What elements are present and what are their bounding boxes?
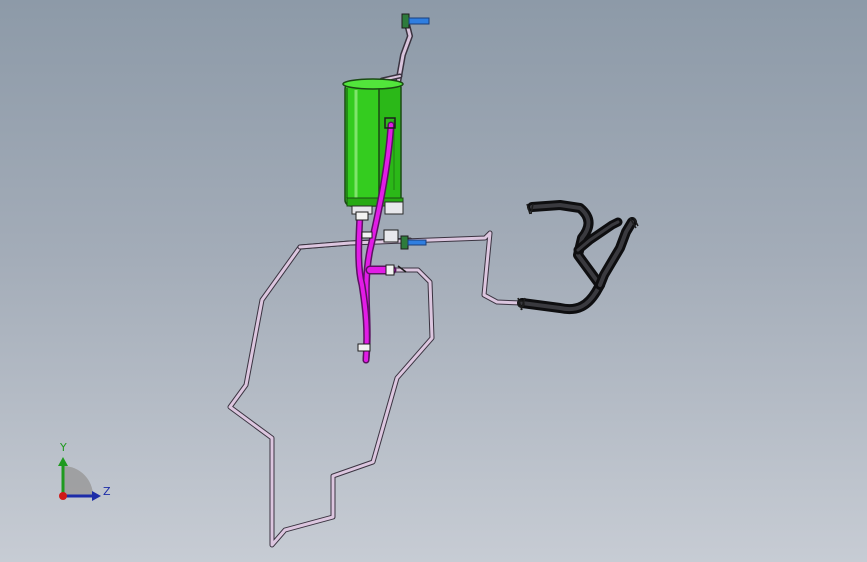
y-axis-arrowhead [58,457,68,466]
triad-plane [63,466,93,496]
mounting-bracket[interactable] [379,21,414,86]
orientation-triad: Y Z [50,440,120,510]
vapor-line-outline [227,237,435,548]
z-axis-arrowhead [92,491,101,501]
graphics-viewport[interactable]: Y Z [0,0,867,562]
carbon-canister[interactable] [342,78,404,215]
z-axis-label: Z [103,485,111,498]
y-axis-label: Y [60,441,67,454]
bolt-fastener-top[interactable] [401,13,430,29]
model-assembly[interactable] [0,0,867,562]
vapor-line-tube[interactable] [227,230,525,548]
rubber-hose-assembly[interactable] [517,200,637,315]
origin-dot [59,492,67,500]
canister-top-cap [342,78,404,90]
canister-port-fitting [384,201,404,215]
